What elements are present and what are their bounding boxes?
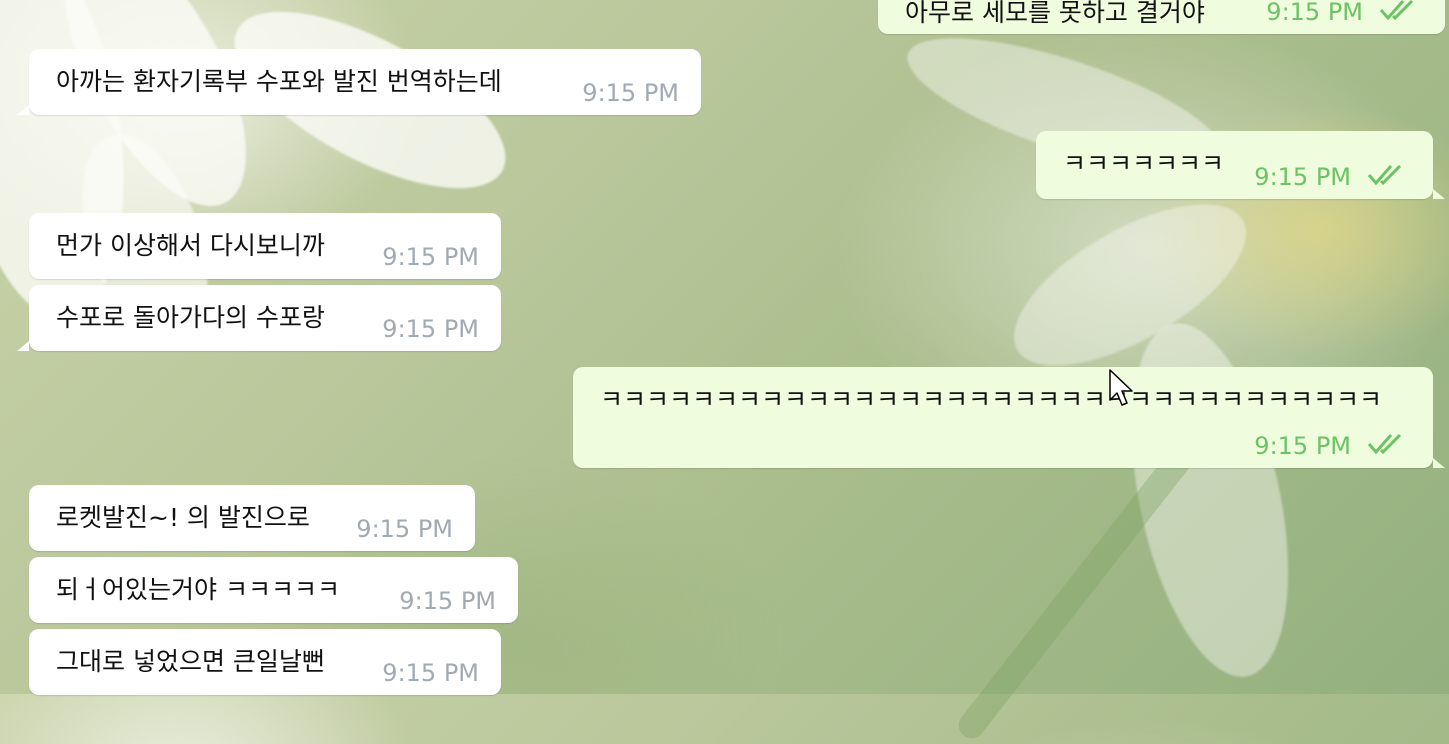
message-time: 9:15 PM xyxy=(382,243,479,271)
message-time: 9:15 PM xyxy=(399,587,496,615)
message-time: 9:15 PM xyxy=(1254,432,1351,460)
message-bubble-incoming[interactable]: 로켓발진~! 의 발진으로 9:15 PM xyxy=(29,485,475,551)
message-time: 9:15 PM xyxy=(382,659,479,687)
message-time: 9:15 PM xyxy=(382,315,479,343)
message-text: 되ㅓ어있는거야 ㅋㅋㅋㅋㅋ xyxy=(56,575,340,604)
message-bubble-incoming[interactable]: 되ㅓ어있는거야 ㅋㅋㅋㅋㅋ 9:15 PM xyxy=(29,557,518,623)
message-text: ㅋㅋㅋㅋㅋㅋㅋㅋㅋㅋㅋㅋㅋㅋㅋㅋㅋㅋㅋㅋㅋㅋㅋㅋㅋㅋㅋㅋㅋㅋㅋㅋㅋㅋ xyxy=(600,385,1383,414)
message-time: 9:15 PM xyxy=(582,79,679,107)
message-bubble-outgoing[interactable]: 아무로 세모를 못하고 결거야 9:15 PM xyxy=(878,0,1445,34)
double-check-icon xyxy=(1379,0,1414,21)
message-text: ㅋㅋㅋㅋㅋㅋㅋ xyxy=(1063,149,1225,178)
message-text: 그대로 넣었으면 큰일날뻔 xyxy=(56,647,325,676)
message-bubble-incoming[interactable]: 먼가 이상해서 다시보니까 9:15 PM xyxy=(29,213,501,279)
message-bubble-outgoing[interactable]: ㅋㅋㅋㅋㅋㅋㅋ 9:15 PM xyxy=(1036,131,1445,199)
message-time: 9:15 PM xyxy=(1254,163,1351,191)
message-text: 아까는 환자기록부 수포와 발진 번역하는데 xyxy=(56,67,502,96)
message-text: 수포로 돌아가다의 수포랑 xyxy=(56,303,325,332)
message-bubble-incoming[interactable]: 그대로 넣었으면 큰일날뻔 9:15 PM xyxy=(29,629,501,695)
message-bubble-incoming[interactable]: 수포로 돌아가다의 수포랑 9:15 PM xyxy=(17,285,501,351)
message-bubble-outgoing[interactable]: ㅋㅋㅋㅋㅋㅋㅋㅋㅋㅋㅋㅋㅋㅋㅋㅋㅋㅋㅋㅋㅋㅋㅋㅋㅋㅋㅋㅋㅋㅋㅋㅋㅋㅋ 9:15 … xyxy=(573,367,1445,468)
message-text: 먼가 이상해서 다시보니까 xyxy=(56,231,325,260)
message-time: 9:15 PM xyxy=(1266,0,1363,26)
message-text: 로켓발진~! 의 발진으로 xyxy=(56,503,310,532)
message-time: 9:15 PM xyxy=(356,515,453,543)
double-check-icon xyxy=(1367,164,1402,186)
double-check-icon xyxy=(1367,433,1402,455)
message-bubble-incoming[interactable]: 아까는 환자기록부 수포와 발진 번역하는데 9:15 PM xyxy=(17,49,701,115)
message-text: 아무로 세모를 못하고 결거야 xyxy=(905,0,1205,27)
mouse-pointer-icon xyxy=(1109,369,1133,406)
